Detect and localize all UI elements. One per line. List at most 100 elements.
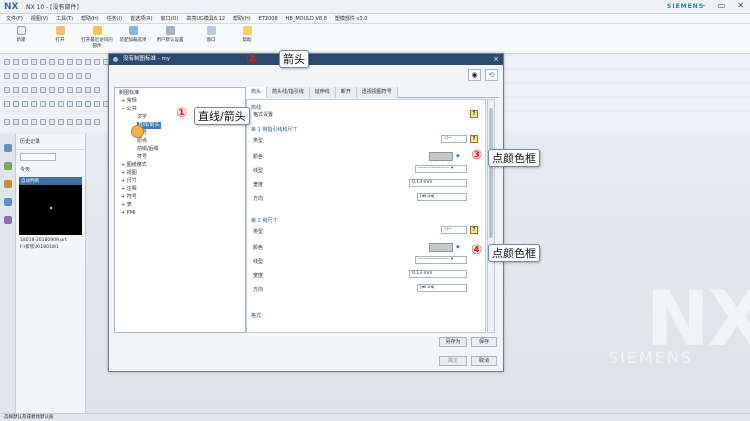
tree-item[interactable]: 原点 — [137, 138, 147, 145]
tab-leader[interactable]: 箭头线/指引线 — [267, 87, 310, 98]
toolbar-icon[interactable] — [76, 73, 82, 79]
toolbar-icon[interactable] — [58, 87, 64, 93]
linetype-select-1[interactable]: ——————— ▾ — [415, 165, 467, 173]
assembly-load-button[interactable]: 装配加载选项 — [118, 26, 148, 43]
toolbar-icon[interactable] — [85, 119, 91, 125]
assembly-navigator-icon[interactable] — [3, 162, 12, 170]
menu-preferences[interactable]: 首选项(R) — [130, 15, 152, 22]
eye-icon[interactable]: ◉ — [468, 69, 481, 81]
history-today-group[interactable]: 今天 — [16, 164, 85, 175]
toolbar-icon[interactable] — [67, 119, 73, 125]
cancel-button[interactable]: 取消 — [471, 356, 497, 366]
toolbar-icon[interactable] — [94, 119, 100, 125]
toolbar-icon[interactable] — [40, 87, 46, 93]
help-icon[interactable]: ? — [470, 135, 478, 143]
toolbar-icon[interactable] — [13, 87, 19, 93]
save-as-button[interactable]: 另存为 — [439, 337, 467, 347]
tree-item[interactable]: 文字 — [137, 114, 147, 121]
open-button[interactable]: 打开 — [45, 26, 75, 43]
menu-window[interactable]: 窗口(O) — [161, 15, 179, 22]
menu-tools[interactable]: 工具(T) — [56, 15, 73, 22]
window-button[interactable]: 窗口 — [196, 26, 226, 43]
toolbar-icon[interactable] — [31, 101, 37, 107]
maximize-button[interactable]: ▭ — [718, 1, 726, 10]
new-button[interactable]: 新建 — [6, 26, 36, 43]
tree-item[interactable]: 符号 — [137, 154, 147, 161]
toolbar-icon[interactable] — [58, 119, 64, 125]
toolbar-icon[interactable] — [76, 87, 82, 93]
toolbar-icon[interactable] — [22, 101, 28, 107]
save-button[interactable]: 保存 — [471, 337, 497, 347]
help-icon[interactable]: ? — [470, 226, 478, 234]
tree-item[interactable]: + 注释 — [121, 186, 137, 193]
menu-et2008[interactable]: ET2008 — [259, 16, 278, 22]
history-file-name[interactable]: 18018-20180909.prt F:\蔡欣\X\18018\1 — [16, 235, 85, 253]
tab-arrow[interactable]: 箭头 — [246, 87, 268, 98]
toolbar-icon[interactable] — [49, 59, 55, 65]
help-icon[interactable]: ? — [470, 110, 478, 118]
direction-select-2[interactable]: |◂x,x◂| — [417, 284, 467, 292]
toolbar-icon[interactable] — [4, 87, 10, 93]
menu-help-1[interactable]: 帮助(H) — [81, 15, 99, 22]
toolbar-icon[interactable] — [85, 101, 91, 107]
toolbar-icon[interactable] — [94, 101, 100, 107]
color-swatch-2[interactable] — [429, 243, 453, 252]
menu-mould-part[interactable]: 塑模部件 v3.0 — [335, 15, 368, 22]
toolbar-icon[interactable] — [40, 59, 46, 65]
tree-item[interactable]: + 视图 — [121, 170, 137, 177]
scroll-thumb[interactable] — [489, 108, 493, 238]
menu-hb-mould[interactable]: HB_MOULD V8.8 — [286, 16, 327, 22]
toolbar-icon[interactable] — [4, 59, 10, 65]
tree-item[interactable]: + PMI — [121, 210, 136, 217]
form-scrollbar[interactable] — [487, 99, 495, 333]
toolbar-icon[interactable] — [22, 59, 28, 65]
toolbar-icon[interactable] — [22, 87, 28, 93]
toolbar-icon[interactable] — [40, 119, 46, 125]
history-filter-select[interactable] — [20, 153, 56, 161]
tab-view-symbol[interactable]: 透视视图符号 — [356, 87, 398, 98]
color-swatch-1[interactable] — [429, 152, 453, 161]
color-picker-icon[interactable]: ◆ — [456, 244, 460, 250]
toolbar-icon[interactable] — [4, 119, 10, 125]
color-picker-icon[interactable]: ◆ — [456, 153, 460, 159]
tree-root[interactable]: 制图标准 — [119, 90, 139, 97]
arrow-type-select-2[interactable]: ◁— — [441, 226, 467, 234]
toolbar-icon[interactable] — [67, 87, 73, 93]
user-defaults-button[interactable]: 用户默认设置 — [155, 26, 185, 43]
menu-mould-plugin[interactable]: 高亮UG模具6.12 — [186, 15, 225, 22]
toolbar-icon[interactable] — [49, 101, 55, 107]
toolbar-icon[interactable] — [22, 73, 28, 79]
toolbar-icon[interactable] — [22, 119, 28, 125]
toolbar-icon[interactable] — [58, 73, 64, 79]
toolbar-icon[interactable] — [94, 59, 100, 65]
toolbar-icon[interactable] — [85, 87, 91, 93]
toolbar-icon[interactable] — [4, 73, 10, 79]
toolbar-icon[interactable] — [31, 59, 37, 65]
reset-icon[interactable]: ⟲ — [485, 69, 498, 81]
toolbar-icon[interactable] — [4, 101, 10, 107]
tree-item[interactable]: 前缀/后缀 — [137, 146, 159, 153]
tree-item[interactable]: + 图纸格式 — [121, 162, 147, 169]
tree-item[interactable]: + 常规 — [121, 98, 137, 105]
minimize-button[interactable]: – — [702, 1, 706, 10]
toolbar-icon[interactable] — [40, 101, 46, 107]
toolbar-icon[interactable] — [58, 59, 64, 65]
toolbar-icon[interactable] — [76, 101, 82, 107]
menu-file[interactable]: 文件(F) — [6, 15, 23, 22]
toolbar-icon[interactable] — [58, 101, 64, 107]
tab-break[interactable]: 断开 — [335, 87, 357, 98]
toolbar-icon[interactable] — [40, 73, 46, 79]
toolbar-icon[interactable] — [13, 119, 19, 125]
menu-view[interactable]: 视图(V) — [31, 15, 48, 22]
open-recent-button[interactable]: 打开最近访问的部件 — [80, 26, 114, 49]
dialog-close-icon[interactable]: × — [493, 54, 499, 65]
toolbar-icon[interactable] — [31, 73, 37, 79]
ok-button[interactable]: 确定 — [439, 356, 467, 366]
linetype-select-2[interactable]: ——————— ▾ — [415, 256, 467, 264]
toolbar-icon[interactable] — [13, 73, 19, 79]
menu-task[interactable]: 任务(I) — [107, 15, 122, 22]
toolbar-icon[interactable] — [31, 119, 37, 125]
history-thumbnail[interactable] — [19, 185, 82, 235]
width-select-1[interactable]: 0.13 mm — [409, 179, 467, 187]
toolbar-icon[interactable] — [76, 59, 82, 65]
